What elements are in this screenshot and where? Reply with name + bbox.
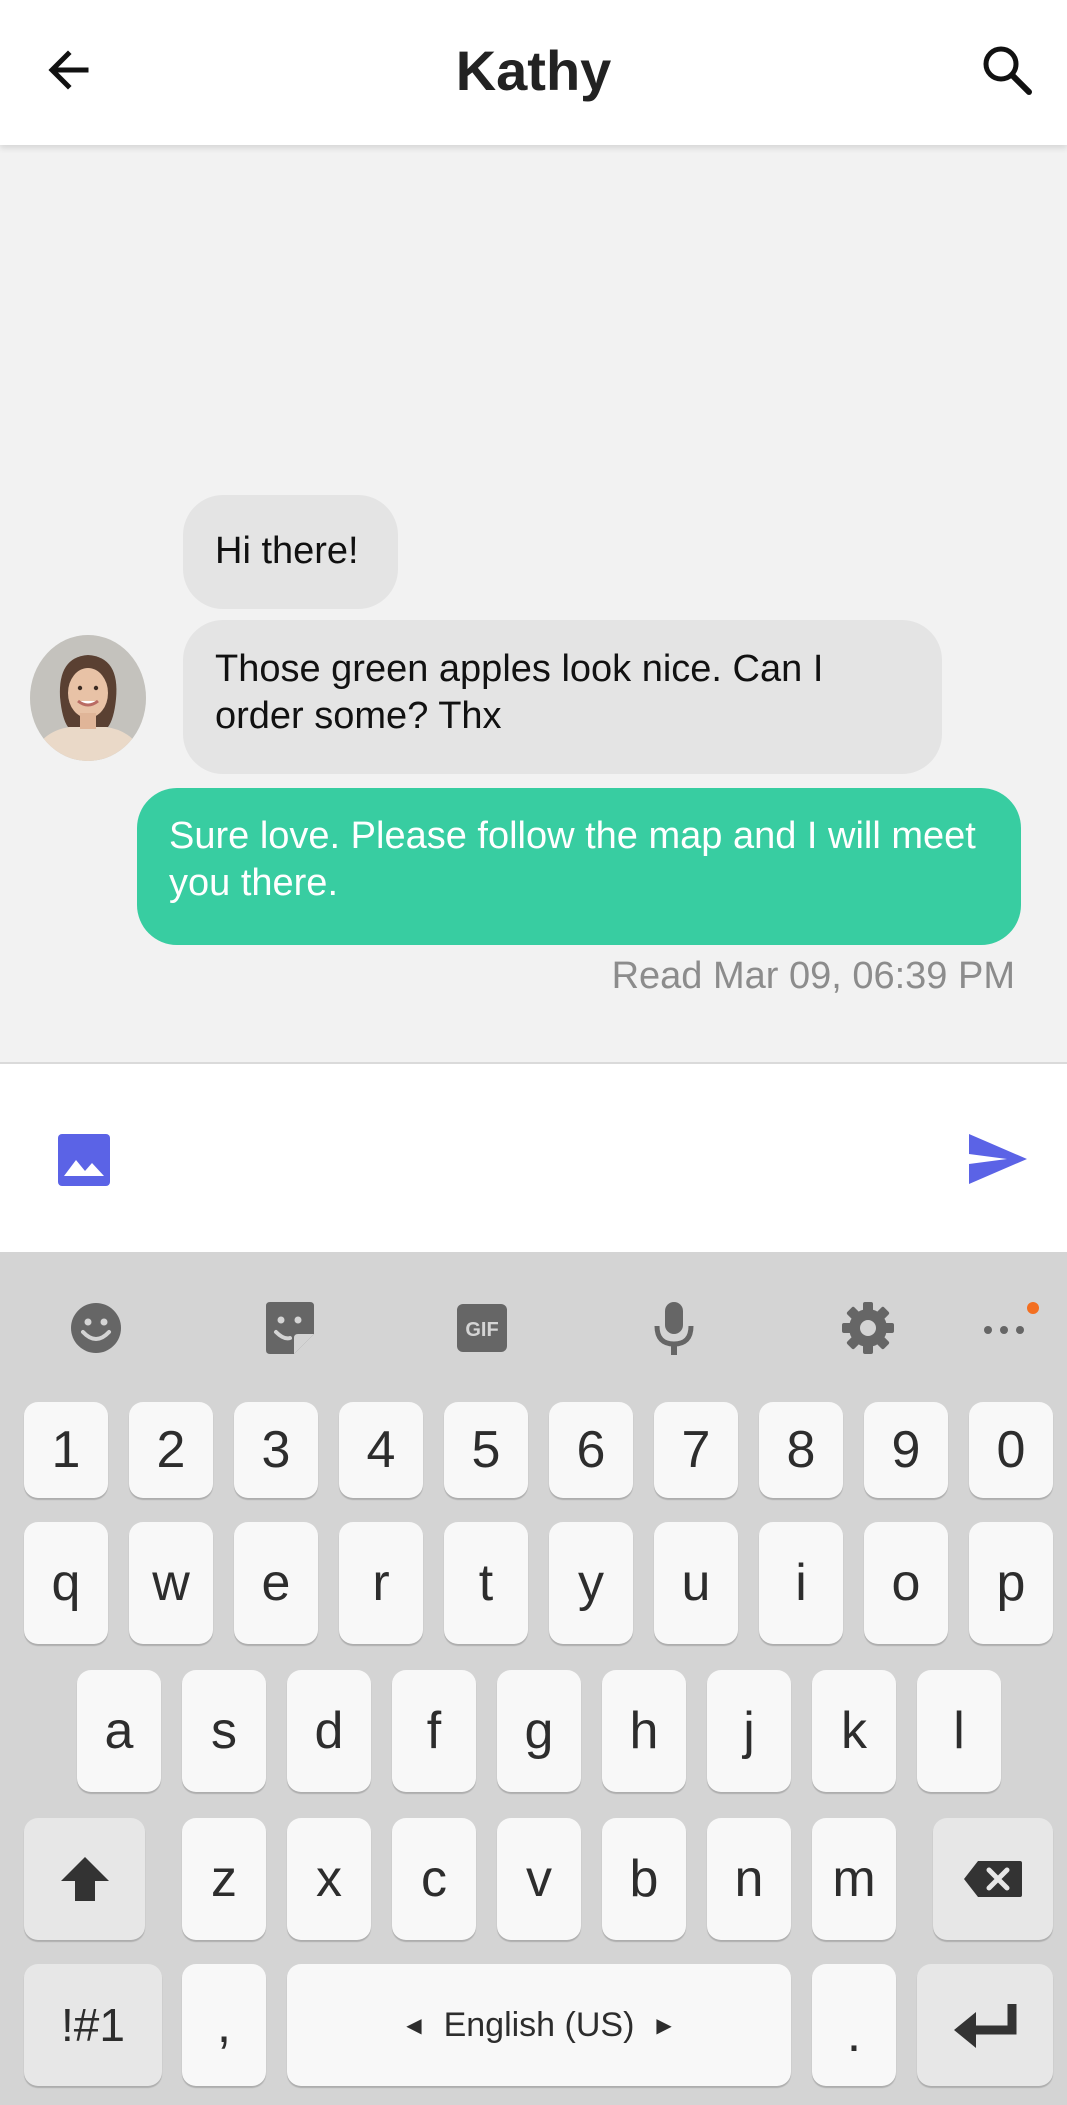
incoming-message-bubble[interactable]: Hi there! <box>183 495 398 609</box>
backspace-icon <box>964 1861 1022 1897</box>
read-receipt: Read Mar 09, 06:39 PM <box>611 955 1015 997</box>
language-right-arrow-icon: ▶ <box>656 2014 672 2037</box>
notification-dot-icon <box>1027 1302 1039 1314</box>
key-q[interactable]: q <box>24 1522 108 1644</box>
message-list: Hi there! Those green apples look nice. … <box>0 145 1067 1063</box>
space-language-label: English (US) <box>443 2005 635 2044</box>
symbols-key[interactable]: !#1 <box>24 1964 162 2086</box>
space-key[interactable]: ◀ English (US) ▶ <box>287 1964 791 2086</box>
sticker-icon[interactable] <box>262 1300 318 1356</box>
enter-key[interactable] <box>917 1964 1053 2086</box>
key-d[interactable]: d <box>287 1670 371 1792</box>
key-i[interactable]: i <box>759 1522 843 1644</box>
gif-icon[interactable]: GIF <box>454 1300 510 1356</box>
key-c[interactable]: c <box>392 1818 476 1940</box>
conversation-title: Kathy <box>455 39 612 102</box>
contact-avatar[interactable] <box>30 635 146 761</box>
key-9[interactable]: 9 <box>864 1402 948 1498</box>
key-z[interactable]: z <box>182 1818 266 1940</box>
key-g[interactable]: g <box>497 1670 581 1792</box>
key-r[interactable]: r <box>339 1522 423 1644</box>
key-e[interactable]: e <box>234 1522 318 1644</box>
key-h[interactable]: h <box>602 1670 686 1792</box>
outgoing-message-bubble[interactable]: Sure love. Please follow the map and I w… <box>137 788 1021 945</box>
message-text: Sure love. Please follow the map and I w… <box>169 815 976 904</box>
message-text: Hi there! <box>215 530 359 572</box>
key-u[interactable]: u <box>654 1522 738 1644</box>
key-f[interactable]: f <box>392 1670 476 1792</box>
key-2[interactable]: 2 <box>129 1402 213 1498</box>
svg-text:GIF: GIF <box>465 1319 498 1341</box>
image-attach-icon[interactable] <box>56 1132 112 1188</box>
shift-key[interactable] <box>24 1818 145 1940</box>
key-a[interactable]: a <box>77 1670 161 1792</box>
key-p[interactable]: p <box>969 1522 1053 1644</box>
key-j[interactable]: j <box>707 1670 791 1792</box>
key-0[interactable]: 0 <box>969 1402 1053 1498</box>
app-header: Kathy <box>0 0 1067 145</box>
key-y[interactable]: y <box>549 1522 633 1644</box>
message-composer <box>0 1062 1067 1252</box>
key-8[interactable]: 8 <box>759 1402 843 1498</box>
message-input[interactable] <box>150 1104 910 1214</box>
key-n[interactable]: n <box>707 1818 791 1940</box>
key-t[interactable]: t <box>444 1522 528 1644</box>
comma-key[interactable]: , <box>182 1964 266 2086</box>
key-w[interactable]: w <box>129 1522 213 1644</box>
key-x[interactable]: x <box>287 1818 371 1940</box>
period-key[interactable]: . <box>812 1964 896 2086</box>
key-b[interactable]: b <box>602 1818 686 1940</box>
search-icon[interactable] <box>977 40 1037 100</box>
microphone-icon[interactable] <box>646 1300 702 1356</box>
key-6[interactable]: 6 <box>549 1402 633 1498</box>
key-m[interactable]: m <box>812 1818 896 1940</box>
key-1[interactable]: 1 <box>24 1402 108 1498</box>
send-icon[interactable] <box>967 1130 1029 1188</box>
key-o[interactable]: o <box>864 1522 948 1644</box>
incoming-message-bubble[interactable]: Those green apples look nice. Can I orde… <box>183 620 942 774</box>
key-s[interactable]: s <box>182 1670 266 1792</box>
key-k[interactable]: k <box>812 1670 896 1792</box>
backspace-key[interactable] <box>933 1818 1053 1940</box>
avatar-portrait-image <box>30 635 146 761</box>
settings-icon[interactable] <box>840 1300 896 1356</box>
key-7[interactable]: 7 <box>654 1402 738 1498</box>
more-icon[interactable] <box>978 1300 1034 1356</box>
key-l[interactable]: l <box>917 1670 1001 1792</box>
language-left-arrow-icon: ◀ <box>406 2014 422 2037</box>
key-4[interactable]: 4 <box>339 1402 423 1498</box>
shift-arrow-icon <box>60 1857 109 1901</box>
key-v[interactable]: v <box>497 1818 581 1940</box>
enter-arrow-icon <box>954 2004 1017 2048</box>
key-5[interactable]: 5 <box>444 1402 528 1498</box>
onscreen-keyboard: GIF 1 2 3 4 5 6 7 8 9 0 q w e r t y u i … <box>0 1252 1067 2105</box>
message-text: Those green apples look nice. Can I orde… <box>215 648 824 737</box>
emoji-icon[interactable] <box>68 1300 124 1356</box>
key-3[interactable]: 3 <box>234 1402 318 1498</box>
